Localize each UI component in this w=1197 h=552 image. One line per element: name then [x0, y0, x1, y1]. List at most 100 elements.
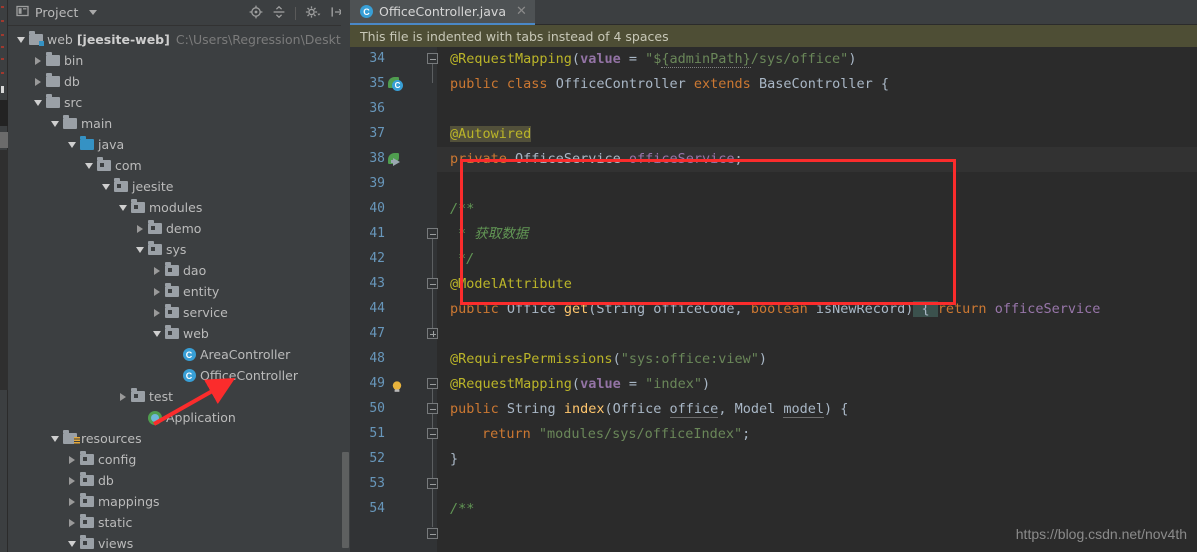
tree-node-label: db — [64, 74, 80, 89]
scrollbar-thumb[interactable] — [342, 452, 349, 548]
package-folder-icon — [146, 241, 164, 255]
editor-gutter[interactable]: 34 35 36 37 38 39 40 41 42 43 44 47 48 49 50 51 52 53 54 — [350, 47, 437, 552]
tree-node-views[interactable]: views — [8, 533, 350, 552]
tree-node-com[interactable]: com — [8, 155, 350, 176]
chevron-down-icon[interactable] — [89, 10, 98, 15]
tree-node-label: AreaController — [200, 347, 291, 362]
tree-node-java[interactable]: java — [8, 134, 350, 155]
twisty-expanded-icon[interactable] — [116, 204, 129, 211]
twisty-expanded-icon[interactable] — [82, 162, 95, 169]
tree-node-label: web [jeesite-web] — [47, 32, 170, 47]
java-class-icon: C — [180, 348, 198, 361]
tree-node-modules[interactable]: modules — [8, 197, 350, 218]
folder-icon — [44, 52, 62, 66]
close-icon[interactable]: ✕ — [512, 4, 527, 19]
gutter-line-number: 44 — [369, 301, 385, 316]
settings-gear-icon[interactable] — [305, 4, 321, 23]
code-text[interactable]: @RequestMapping(value = "${adminPath}/sy… — [437, 47, 1197, 552]
tree-node-demo[interactable]: demo — [8, 218, 350, 239]
tree-node-web[interactable]: web — [8, 323, 350, 344]
package-folder-icon — [78, 472, 96, 486]
project-panel-title[interactable]: Project — [8, 4, 98, 21]
package-folder-icon — [78, 514, 96, 528]
tree-node-label: views — [98, 536, 134, 551]
twisty-collapsed-icon[interactable] — [65, 455, 78, 464]
tree-node-label: bin — [64, 53, 84, 68]
tree-node-bin[interactable]: bin — [8, 50, 350, 71]
java-class-icon: C — [360, 5, 373, 18]
tree-node-label: src — [64, 95, 83, 110]
project-panel-scrollbar[interactable] — [341, 0, 350, 552]
watermark: https://blog.csdn.net/nov4th — [1015, 526, 1187, 542]
tree-node-areacontroller[interactable]: C AreaController — [8, 344, 350, 365]
project-tree[interactable]: web [jeesite-web] C:\Users\Regression\Des… — [8, 26, 350, 552]
twisty-collapsed-icon[interactable] — [133, 224, 146, 233]
spring-application-icon — [146, 410, 164, 425]
twisty-expanded-icon[interactable] — [48, 435, 61, 442]
twisty-collapsed-icon[interactable] — [150, 266, 163, 275]
tree-node-main[interactable]: main — [8, 113, 350, 134]
tree-node-label: entity — [183, 284, 220, 299]
twisty-expanded-icon[interactable] — [65, 540, 78, 547]
folder-icon — [44, 94, 62, 108]
editor-tab-officecontroller[interactable]: C OfficeController.java ✕ — [350, 0, 535, 25]
twisty-expanded-icon[interactable] — [31, 99, 44, 106]
tree-node-test[interactable]: test — [8, 386, 350, 407]
intention-bulb-icon[interactable] — [390, 379, 405, 394]
tree-node-label: Application — [166, 410, 236, 425]
twisty-collapsed-icon[interactable] — [150, 287, 163, 296]
collapse-all-icon[interactable] — [272, 4, 286, 23]
tree-node-jeesite[interactable]: jeesite — [8, 176, 350, 197]
gutter-line-number: 34 — [369, 51, 385, 66]
package-folder-icon — [95, 157, 113, 171]
tree-node-web-jeesite-web[interactable]: web [jeesite-web] C:\Users\Regression\Des… — [8, 29, 350, 50]
gutter-line-number: 36 — [369, 101, 385, 116]
project-panel-header: Project — [8, 0, 350, 26]
tree-node-db[interactable]: db — [8, 71, 350, 92]
twisty-expanded-icon[interactable] — [48, 120, 61, 127]
twisty-collapsed-icon[interactable] — [65, 476, 78, 485]
tree-node-label: OfficeController — [200, 368, 298, 383]
tree-node-label: db — [98, 473, 114, 488]
twisty-collapsed-icon[interactable] — [116, 392, 129, 401]
module-folder-icon — [27, 31, 45, 46]
twisty-collapsed-icon[interactable] — [65, 497, 78, 506]
tree-node-sys[interactable]: sys — [8, 239, 350, 260]
package-folder-icon — [78, 535, 96, 549]
gutter-line-number: 50 — [369, 401, 385, 416]
tree-node-application[interactable]: Application — [8, 407, 350, 428]
spring-bean-class-icon[interactable]: C — [388, 77, 403, 92]
twisty-collapsed-icon[interactable] — [150, 308, 163, 317]
source-root-folder-icon — [78, 136, 96, 150]
tree-node-label: resources — [81, 431, 142, 446]
tree-node-resources[interactable]: resources — [8, 428, 350, 449]
tree-node-dao[interactable]: dao — [8, 260, 350, 281]
twisty-expanded-icon[interactable] — [150, 330, 163, 337]
twisty-expanded-icon[interactable] — [14, 36, 27, 43]
fold-column[interactable] — [427, 47, 438, 552]
project-panel-title-label: Project — [35, 5, 79, 20]
tree-node-db[interactable]: db — [8, 470, 350, 491]
tree-node-label: demo — [166, 221, 202, 236]
twisty-expanded-icon[interactable] — [133, 246, 146, 253]
tree-node-service[interactable]: service — [8, 302, 350, 323]
twisty-collapsed-icon[interactable] — [31, 77, 44, 86]
tree-node-config[interactable]: config — [8, 449, 350, 470]
package-folder-icon — [129, 388, 147, 402]
twisty-expanded-icon[interactable] — [65, 141, 78, 148]
tree-node-officecontroller[interactable]: C OfficeController — [8, 365, 350, 386]
notification-text: This file is indented with tabs instead … — [360, 28, 669, 44]
code-editor[interactable]: 34 35 36 37 38 39 40 41 42 43 44 47 48 49 50 51 52 53 54 C — [350, 47, 1197, 552]
twisty-collapsed-icon[interactable] — [65, 518, 78, 527]
tree-node-mappings[interactable]: mappings — [8, 491, 350, 512]
target-locate-icon[interactable] — [249, 4, 263, 23]
folder-icon — [61, 115, 79, 129]
project-view-icon — [16, 4, 30, 21]
gutter-line-number: 47 — [369, 326, 385, 341]
tree-node-static[interactable]: static — [8, 512, 350, 533]
twisty-expanded-icon[interactable] — [99, 183, 112, 190]
tree-node-src[interactable]: src — [8, 92, 350, 113]
spring-bean-autowired-icon[interactable] — [388, 153, 403, 168]
tree-node-entity[interactable]: entity — [8, 281, 350, 302]
twisty-collapsed-icon[interactable] — [31, 56, 44, 65]
